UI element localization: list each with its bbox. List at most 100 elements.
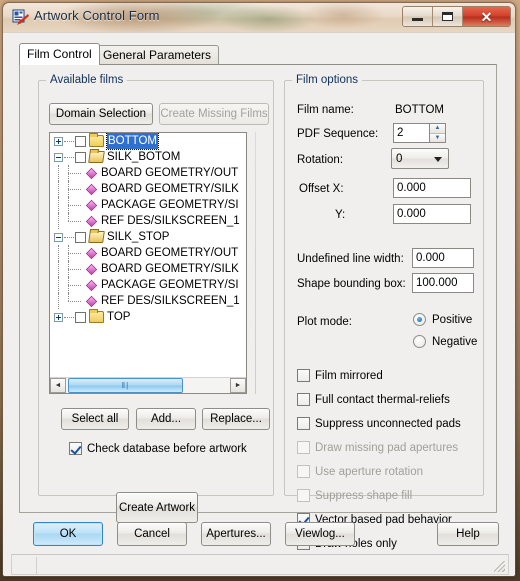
minimize-button[interactable] <box>403 7 433 26</box>
plot-mode-radio-positive[interactable]: Positive <box>413 313 472 326</box>
tree-connector <box>64 236 74 238</box>
tree-node[interactable]: PACKAGE GEOMETRY/SI <box>50 197 246 213</box>
viewlog-button[interactable]: Viewlog... <box>285 522 355 546</box>
tree-node-checkbox[interactable] <box>75 151 86 163</box>
tree-node-checkbox[interactable] <box>75 231 86 243</box>
layer-diamond-icon <box>85 247 98 259</box>
client-area: Film Control General Parameters Availabl… <box>3 32 515 576</box>
tab-film-control[interactable]: Film Control <box>19 43 100 65</box>
film-options-group: Film options Film name: BOTTOM PDF Seque… <box>284 74 484 550</box>
title-bar[interactable]: Artwork Control Form ✕ <box>3 3 515 32</box>
scrollbar-track[interactable]: ‖| <box>66 378 230 393</box>
rotation-select[interactable]: 0 <box>391 148 449 169</box>
create-missing-films-label: Create Missing Films <box>160 108 268 120</box>
app-artwork-icon <box>12 9 29 25</box>
scroll-right-arrow-icon[interactable]: ► <box>230 378 246 393</box>
shape-bounding-box-input[interactable]: 100.000 <box>412 273 474 293</box>
expand-plus-icon[interactable] <box>54 312 63 322</box>
checkbox-label: Suppress shape fill <box>315 489 413 502</box>
close-icon: ✕ <box>480 8 493 25</box>
tree-node-label: SILK_STOP <box>107 231 170 243</box>
plot-mode-radio-negative[interactable]: Negative <box>413 335 477 348</box>
cancel-button[interactable]: Cancel <box>117 522 187 546</box>
replace-label: Replace... <box>210 413 262 425</box>
layer-diamond-icon <box>85 279 98 291</box>
help-button[interactable]: Help <box>437 522 499 546</box>
film-option-checkbox-film-mirrored[interactable]: Film mirrored <box>297 369 383 382</box>
tree-node[interactable]: PACKAGE GEOMETRY/SI <box>50 277 246 293</box>
layer-diamond-icon <box>85 167 98 179</box>
tree-connector <box>64 156 74 158</box>
tab-film-control-label: Film Control <box>27 47 92 61</box>
film-option-checkbox-full-contact-thermal-reliefs[interactable]: Full contact thermal-reliefs <box>297 393 450 406</box>
tree-node-checkbox[interactable] <box>75 311 86 323</box>
tab-general-parameters[interactable]: General Parameters <box>95 45 220 64</box>
rotation-label: Rotation: <box>297 154 344 166</box>
tree-branch-connector <box>64 261 86 277</box>
tree-node-label: BOARD GEOMETRY/SILK <box>101 183 239 195</box>
undefined-line-width-value: 0.000 <box>416 252 445 264</box>
replace-button[interactable]: Replace... <box>202 408 270 430</box>
plot-mode-negative-dot[interactable] <box>413 335 426 348</box>
add-button[interactable]: Add... <box>136 408 196 430</box>
create-artwork-button[interactable]: Create Artwork <box>116 492 198 523</box>
pdf-sequence-stepper[interactable]: 2 ▲ ▼ <box>393 123 446 143</box>
plot-mode-positive-dot[interactable] <box>413 313 426 326</box>
cancel-button-label: Cancel <box>134 528 170 540</box>
pdf-sequence-label: PDF Sequence: <box>297 128 379 140</box>
tree-branch-connector <box>64 181 86 197</box>
tree-horizontal-scrollbar[interactable]: ◄ ‖| ► <box>50 377 246 393</box>
domain-selection-button[interactable]: Domain Selection <box>49 103 153 125</box>
tree-branch-connector <box>64 277 86 293</box>
tree-branch-connector <box>64 165 86 181</box>
scrollbar-thumb[interactable]: ‖| <box>68 378 183 393</box>
tree-node[interactable]: SILK_STOP <box>50 229 246 245</box>
tree-node[interactable]: BOARD GEOMETRY/SILK <box>50 261 246 277</box>
select-all-button[interactable]: Select all <box>61 408 129 430</box>
collapse-minus-icon[interactable] <box>54 232 63 242</box>
tree-node[interactable]: TOP <box>50 309 246 325</box>
checkbox-box[interactable] <box>297 417 310 430</box>
check-database-checkbox-box[interactable] <box>69 442 82 455</box>
layer-diamond-icon <box>85 199 98 211</box>
checkbox-label: Draw missing pad apertures <box>315 441 459 454</box>
tree-node[interactable]: SILK_BOTOM <box>50 149 246 165</box>
collapse-minus-icon[interactable] <box>54 152 63 162</box>
tree-node[interactable]: REF DES/SILKSCREEN_1 <box>50 213 246 229</box>
film-options-legend: Film options <box>292 74 362 86</box>
offset-y-value: 0.000 <box>397 208 426 220</box>
tree-node[interactable]: BOTTOM <box>50 133 246 150</box>
tree-node-label: PACKAGE GEOMETRY/SI <box>101 199 239 211</box>
window-controls: ✕ <box>402 6 511 27</box>
film-option-checkbox-suppress-unconnected-pads[interactable]: Suppress unconnected pads <box>297 417 461 430</box>
help-button-label: Help <box>456 528 480 540</box>
chevron-down-icon <box>434 157 442 162</box>
folder-open-icon <box>88 231 105 243</box>
spin-up-icon[interactable]: ▲ <box>430 124 445 134</box>
available-films-tree[interactable]: BOTTOM SILK_BOTOM BOARD GEOMETRY/OUT BOARD … <box>49 132 247 394</box>
tree-node[interactable]: REF DES/SILKSCREEN_1 <box>50 293 246 309</box>
film-name-value: BOTTOM <box>395 104 444 116</box>
apertures-button[interactable]: Apertures... <box>201 522 271 546</box>
checkbox-box[interactable] <box>297 369 310 382</box>
ok-button[interactable]: OK <box>33 522 103 546</box>
spin-down-icon[interactable]: ▼ <box>430 133 445 142</box>
pdf-sequence-spin-buttons[interactable]: ▲ ▼ <box>429 123 446 143</box>
checkbox-box[interactable] <box>297 393 310 406</box>
undefined-line-width-input[interactable]: 0.000 <box>412 248 474 268</box>
tree-node[interactable]: BOARD GEOMETRY/OUT <box>50 165 246 181</box>
offset-y-input[interactable]: 0.000 <box>393 204 471 224</box>
tree-node[interactable]: BOARD GEOMETRY/OUT <box>50 245 246 261</box>
resize-grip-icon[interactable] <box>494 561 505 572</box>
expand-plus-icon[interactable] <box>54 136 63 146</box>
tree-node[interactable]: BOARD GEOMETRY/SILK <box>50 181 246 197</box>
create-artwork-label: Create Artwork <box>118 501 196 514</box>
scroll-left-arrow-icon[interactable]: ◄ <box>50 378 66 393</box>
offset-x-input[interactable]: 0.000 <box>393 178 471 198</box>
close-button[interactable]: ✕ <box>463 7 510 26</box>
maximize-button[interactable] <box>433 7 463 26</box>
check-database-before-artwork-checkbox[interactable]: Check database before artwork <box>69 442 247 455</box>
tree-node-checkbox[interactable] <box>75 135 86 147</box>
viewlog-button-label: Viewlog... <box>295 528 345 540</box>
pdf-sequence-input[interactable]: 2 <box>393 123 429 143</box>
